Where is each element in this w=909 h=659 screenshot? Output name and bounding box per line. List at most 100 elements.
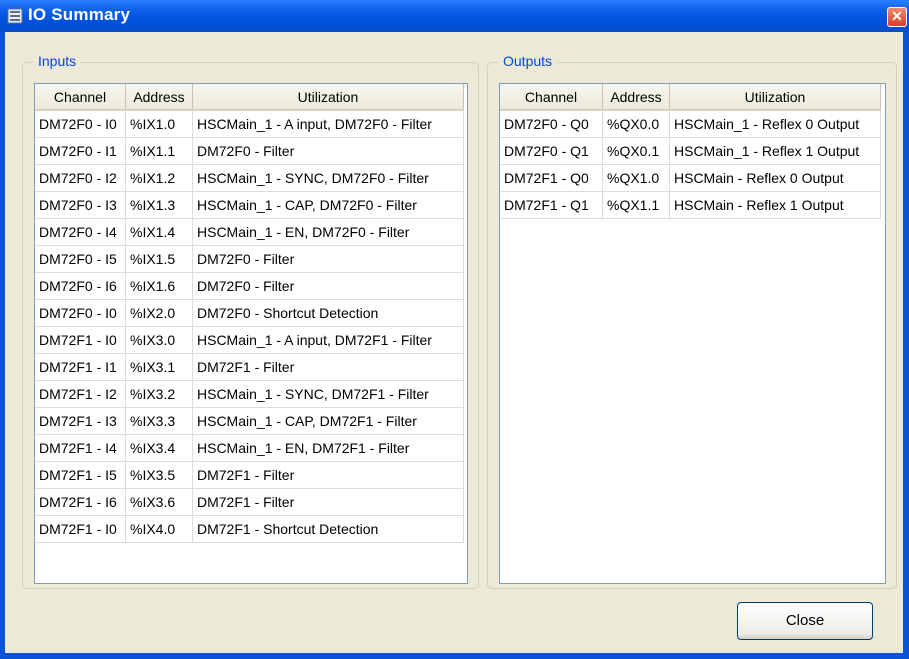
cell-address: %IX1.0: [125, 110, 193, 138]
cell-channel: DM72F1 - I4: [35, 434, 126, 462]
cell-utilization: DM72F0 - Shortcut Detection: [192, 299, 464, 327]
table-row[interactable]: DM72F0 - I5 %IX1.5 DM72F0 - Filter: [35, 245, 464, 273]
cell-utilization: DM72F1 - Filter: [192, 488, 464, 516]
table-row[interactable]: DM72F1 - I5 %IX3.5 DM72F1 - Filter: [35, 461, 464, 489]
cell-channel: DM72F0 - I0: [35, 110, 126, 138]
cell-channel: DM72F0 - Q0: [500, 110, 603, 138]
window-list-icon: [7, 8, 23, 24]
outputs-grid[interactable]: Channel Address Utilization DM72F0 - Q0%…: [499, 83, 886, 584]
cell-channel: DM72F0 - I4: [35, 218, 126, 246]
cell-utilization: DM72F1 - Filter: [192, 461, 464, 489]
cell-address: %IX1.4: [125, 218, 193, 246]
table-row[interactable]: DM72F0 - Q0 %QX0.0 HSCMain_1 - Reflex 0 Ou…: [500, 110, 881, 138]
column-header-utilization[interactable]: Utilization: [192, 84, 464, 111]
cell-utilization: DM72F1 - Shortcut Detection: [192, 515, 464, 543]
inputs-table: Channel Address Utilization DM72F0 - I0%…: [35, 84, 464, 543]
outputs-group: Outputs Channel Address Utilization DM72…: [487, 53, 897, 589]
cell-channel: DM72F1 - Q0: [500, 164, 603, 192]
column-header-channel[interactable]: Channel: [500, 84, 603, 111]
table-row[interactable]: DM72F1 - Q0 %QX1.0 HSCMain - Reflex 0 Outp…: [500, 164, 881, 192]
cell-utilization: HSCMain_1 - Reflex 0 Output: [669, 110, 881, 138]
column-header-address[interactable]: Address: [602, 84, 670, 111]
table-row[interactable]: DM72F0 - Q1 %QX0.1 HSCMain_1 - Reflex 1 Ou…: [500, 137, 881, 165]
cell-address: %IX3.3: [125, 407, 193, 435]
outputs-header-row: Channel Address Utilization: [500, 84, 881, 111]
cell-address: %IX1.3: [125, 191, 193, 219]
column-header-address[interactable]: Address: [125, 84, 193, 111]
cell-channel: DM72F1 - I1: [35, 353, 126, 381]
cell-utilization: HSCMain_1 - EN, DM72F0 - Filter: [192, 218, 464, 246]
inputs-legend: Inputs: [33, 53, 82, 69]
cell-utilization: HSCMain - Reflex 1 Output: [669, 191, 881, 219]
cell-address: %IX1.5: [125, 245, 193, 273]
cell-address: %QX0.1: [602, 137, 670, 165]
cell-utilization: HSCMain_1 - Reflex 1 Output: [669, 137, 881, 165]
table-row[interactable]: DM72F1 - I3 %IX3.3 HSCMain_1 - CAP, DM72F1…: [35, 407, 464, 435]
table-row[interactable]: DM72F1 - I4 %IX3.4 HSCMain_1 - EN, DM72F1 …: [35, 434, 464, 462]
table-row[interactable]: DM72F1 - I6 %IX3.6 DM72F1 - Filter: [35, 488, 464, 516]
cell-utilization: DM72F0 - Filter: [192, 272, 464, 300]
cell-channel: DM72F0 - I0: [35, 299, 126, 327]
cell-address: %IX3.4: [125, 434, 193, 462]
table-row[interactable]: DM72F1 - I0 %IX4.0 DM72F1 - Shortcut Detec…: [35, 515, 464, 543]
cell-utilization: DM72F0 - Filter: [192, 137, 464, 165]
cell-channel: DM72F1 - I3: [35, 407, 126, 435]
cell-address: %IX1.6: [125, 272, 193, 300]
cell-address: %IX1.1: [125, 137, 193, 165]
column-header-utilization[interactable]: Utilization: [669, 84, 881, 111]
io-summary-window: IO Summary ✕ Inputs Channel Address Util…: [0, 0, 909, 659]
cell-address: %QX1.0: [602, 164, 670, 192]
cell-utilization: HSCMain_1 - A input, DM72F1 - Filter: [192, 326, 464, 354]
table-row[interactable]: DM72F1 - I2 %IX3.2 HSCMain_1 - SYNC, DM72F…: [35, 380, 464, 408]
cell-utilization: HSCMain_1 - CAP, DM72F0 - Filter: [192, 191, 464, 219]
cell-channel: DM72F0 - I5: [35, 245, 126, 273]
cell-channel: DM72F1 - I0: [35, 326, 126, 354]
cell-address: %IX3.6: [125, 488, 193, 516]
cell-utilization: HSCMain_1 - A input, DM72F0 - Filter: [192, 110, 464, 138]
table-row[interactable]: DM72F0 - I4 %IX1.4 HSCMain_1 - EN, DM72F0 …: [35, 218, 464, 246]
cell-channel: DM72F1 - I6: [35, 488, 126, 516]
cell-address: %IX3.5: [125, 461, 193, 489]
table-row[interactable]: DM72F0 - I2 %IX1.2 HSCMain_1 - SYNC, DM72F…: [35, 164, 464, 192]
table-row[interactable]: DM72F0 - I6 %IX1.6 DM72F0 - Filter: [35, 272, 464, 300]
cell-utilization: HSCMain - Reflex 0 Output: [669, 164, 881, 192]
column-header-channel[interactable]: Channel: [35, 84, 126, 111]
cell-channel: DM72F1 - I2: [35, 380, 126, 408]
cell-channel: DM72F0 - I2: [35, 164, 126, 192]
table-row[interactable]: DM72F0 - I0 %IX2.0 DM72F0 - Shortcut Detec…: [35, 299, 464, 327]
table-row[interactable]: DM72F1 - I1 %IX3.1 DM72F1 - Filter: [35, 353, 464, 381]
cell-channel: DM72F0 - Q1: [500, 137, 603, 165]
table-row[interactable]: DM72F0 - I3 %IX1.3 HSCMain_1 - CAP, DM72F0…: [35, 191, 464, 219]
cell-address: %QX0.0: [602, 110, 670, 138]
table-row[interactable]: DM72F1 - Q1 %QX1.1 HSCMain - Reflex 1 Outp…: [500, 191, 881, 219]
cell-address: %QX1.1: [602, 191, 670, 219]
cell-address: %IX3.1: [125, 353, 193, 381]
cell-channel: DM72F1 - I0: [35, 515, 126, 543]
cell-address: %IX2.0: [125, 299, 193, 327]
dialog-client: Inputs Channel Address Utilization DM72F…: [5, 32, 903, 653]
cell-utilization: HSCMain_1 - SYNC, DM72F1 - Filter: [192, 380, 464, 408]
cell-channel: DM72F0 - I1: [35, 137, 126, 165]
title-bar[interactable]: IO Summary ✕: [0, 0, 909, 32]
outputs-legend: Outputs: [498, 53, 558, 69]
window-title: IO Summary: [28, 5, 131, 24]
cell-address: %IX1.2: [125, 164, 193, 192]
close-button[interactable]: Close: [737, 602, 873, 640]
outputs-table: Channel Address Utilization DM72F0 - Q0%…: [500, 84, 881, 219]
table-row[interactable]: DM72F1 - I0 %IX3.0 HSCMain_1 - A input, DM…: [35, 326, 464, 354]
table-row[interactable]: DM72F0 - I1 %IX1.1 DM72F0 - Filter: [35, 137, 464, 165]
cell-channel: DM72F0 - I6: [35, 272, 126, 300]
table-row[interactable]: DM72F0 - I0 %IX1.0 HSCMain_1 - A input, DM…: [35, 110, 464, 138]
cell-utilization: HSCMain_1 - CAP, DM72F1 - Filter: [192, 407, 464, 435]
cell-utilization: HSCMain_1 - EN, DM72F1 - Filter: [192, 434, 464, 462]
cell-utilization: HSCMain_1 - SYNC, DM72F0 - Filter: [192, 164, 464, 192]
inputs-header-row: Channel Address Utilization: [35, 84, 464, 111]
cell-address: %IX4.0: [125, 515, 193, 543]
close-icon[interactable]: ✕: [887, 7, 907, 27]
cell-channel: DM72F1 - I5: [35, 461, 126, 489]
inputs-group: Inputs Channel Address Utilization DM72F…: [22, 53, 479, 589]
cell-channel: DM72F0 - I3: [35, 191, 126, 219]
inputs-grid[interactable]: Channel Address Utilization DM72F0 - I0%…: [34, 83, 468, 584]
cell-address: %IX3.0: [125, 326, 193, 354]
cell-channel: DM72F1 - Q1: [500, 191, 603, 219]
